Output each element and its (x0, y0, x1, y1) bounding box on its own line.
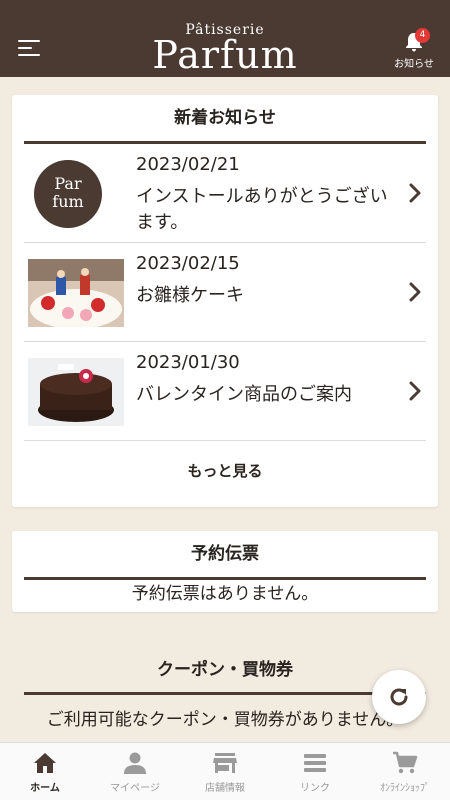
svg-text:fum: fum (52, 192, 83, 211)
tab-home[interactable]: ホーム (0, 743, 90, 800)
more-news-link[interactable]: もっと見る (12, 441, 438, 503)
tab-mypage[interactable]: マイページ (90, 743, 180, 800)
tab-label: マイページ (110, 783, 160, 794)
notification-label: お知らせ (394, 59, 434, 70)
app-header: Pâtisserie Parfum 4 お知らせ (0, 0, 450, 77)
tab-label: リンク (300, 783, 330, 794)
brand-logo: Pâtisserie Parfum (0, 22, 450, 74)
reservation-empty-text: 予約伝票はありません。 (131, 584, 319, 604)
chocolate-cake-photo (28, 358, 124, 426)
svg-text:Par: Par (54, 174, 82, 193)
news-text: お雛様ケーキ (136, 285, 244, 306)
store-icon (213, 753, 237, 773)
news-item[interactable]: 2023/01/30 バレンタイン商品のご案内 (24, 342, 426, 441)
brand-title: Parfum (152, 33, 298, 77)
person-icon (124, 752, 146, 774)
home-icon (34, 753, 56, 773)
news-date: 2023/02/21 (136, 154, 240, 175)
news-card: 新着お知らせ Par fum 2023/02/21 インストールありがとうござい… (12, 95, 438, 507)
tab-store-info[interactable]: 店舗情報 (180, 743, 270, 800)
tab-links[interactable]: リンク (270, 743, 360, 800)
hina-cake-photo (28, 259, 124, 327)
list-icon (304, 754, 326, 772)
tab-online-shop[interactable]: ｵﾝﾗｲﾝｼｮｯﾌﾟ (360, 743, 450, 800)
tab-label: ｵﾝﾗｲﾝｼｮｯﾌﾟ (380, 783, 430, 794)
tab-label: ホーム (30, 783, 60, 794)
chevron-right-icon (409, 282, 421, 302)
parfum-logo-icon: Par fum (28, 160, 124, 228)
refresh-icon (390, 688, 408, 706)
chevron-right-icon (409, 381, 421, 401)
news-date: 2023/01/30 (136, 352, 240, 373)
notifications-button[interactable]: 4 お知らせ (392, 28, 436, 70)
reservation-card: 予約伝票 予約伝票はありません。 (12, 531, 438, 612)
cart-icon (393, 751, 418, 774)
refresh-button[interactable] (372, 670, 426, 724)
news-item[interactable]: 2023/02/15 お雛様ケーキ (24, 243, 426, 342)
news-text: インストールありがとうございます。 (136, 186, 388, 233)
notification-badge: 4 (415, 28, 430, 43)
bottom-tab-bar: ホーム マイページ 店舗情報 リンク ｵﾝﾗｲﾝｼｮｯﾌﾟ (0, 742, 450, 800)
news-date: 2023/02/15 (136, 253, 240, 274)
reservation-title: 予約伝票 (191, 544, 259, 564)
tab-label: 店舗情報 (205, 783, 245, 794)
news-item[interactable]: Par fum 2023/02/21 インストールありがとうございます。 (24, 144, 426, 243)
chevron-right-icon (409, 183, 421, 203)
news-title: 新着お知らせ (174, 108, 276, 128)
news-text: バレンタイン商品のご案内 (136, 384, 352, 405)
